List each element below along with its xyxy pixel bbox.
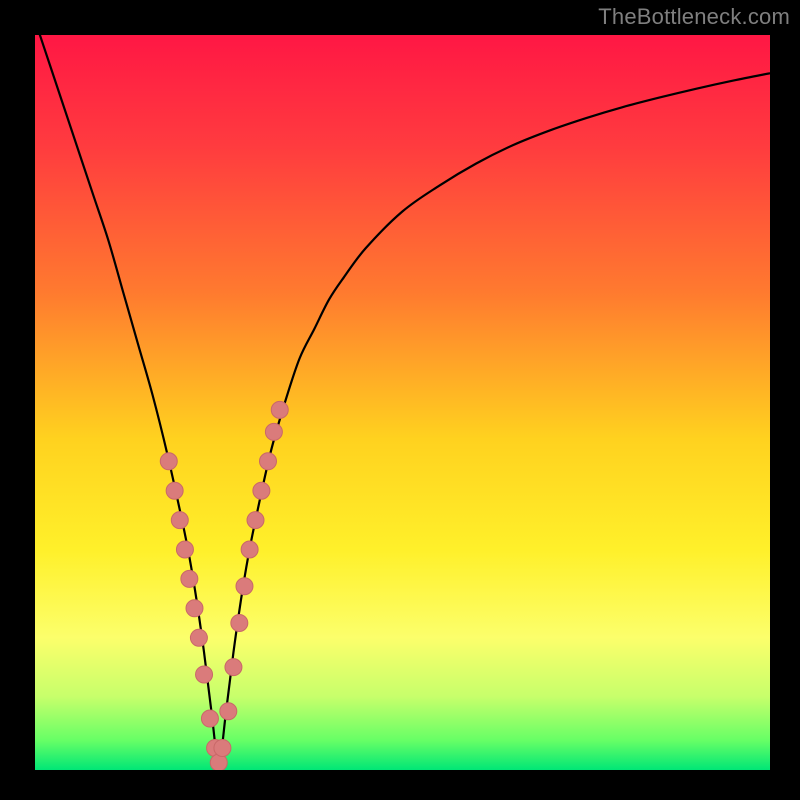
marker-point — [186, 600, 203, 617]
marker-point — [265, 423, 282, 440]
marker-point — [220, 703, 237, 720]
marker-point — [236, 578, 253, 595]
marker-point — [247, 512, 264, 529]
marker-point — [196, 666, 213, 683]
marker-point — [253, 482, 270, 499]
marker-point — [241, 541, 258, 558]
marker-point — [176, 541, 193, 558]
marker-point — [166, 482, 183, 499]
marker-point — [259, 453, 276, 470]
chart-frame: TheBottleneck.com — [0, 0, 800, 800]
marker-point — [231, 615, 248, 632]
watermark-label: TheBottleneck.com — [598, 4, 790, 30]
plot-area — [35, 35, 770, 770]
gradient-background — [35, 35, 770, 770]
marker-point — [225, 659, 242, 676]
marker-point — [201, 710, 218, 727]
marker-point — [171, 512, 188, 529]
marker-point — [214, 739, 231, 756]
marker-point — [271, 401, 288, 418]
marker-point — [181, 570, 198, 587]
marker-point — [160, 453, 177, 470]
marker-point — [190, 629, 207, 646]
bottleneck-chart — [35, 35, 770, 770]
